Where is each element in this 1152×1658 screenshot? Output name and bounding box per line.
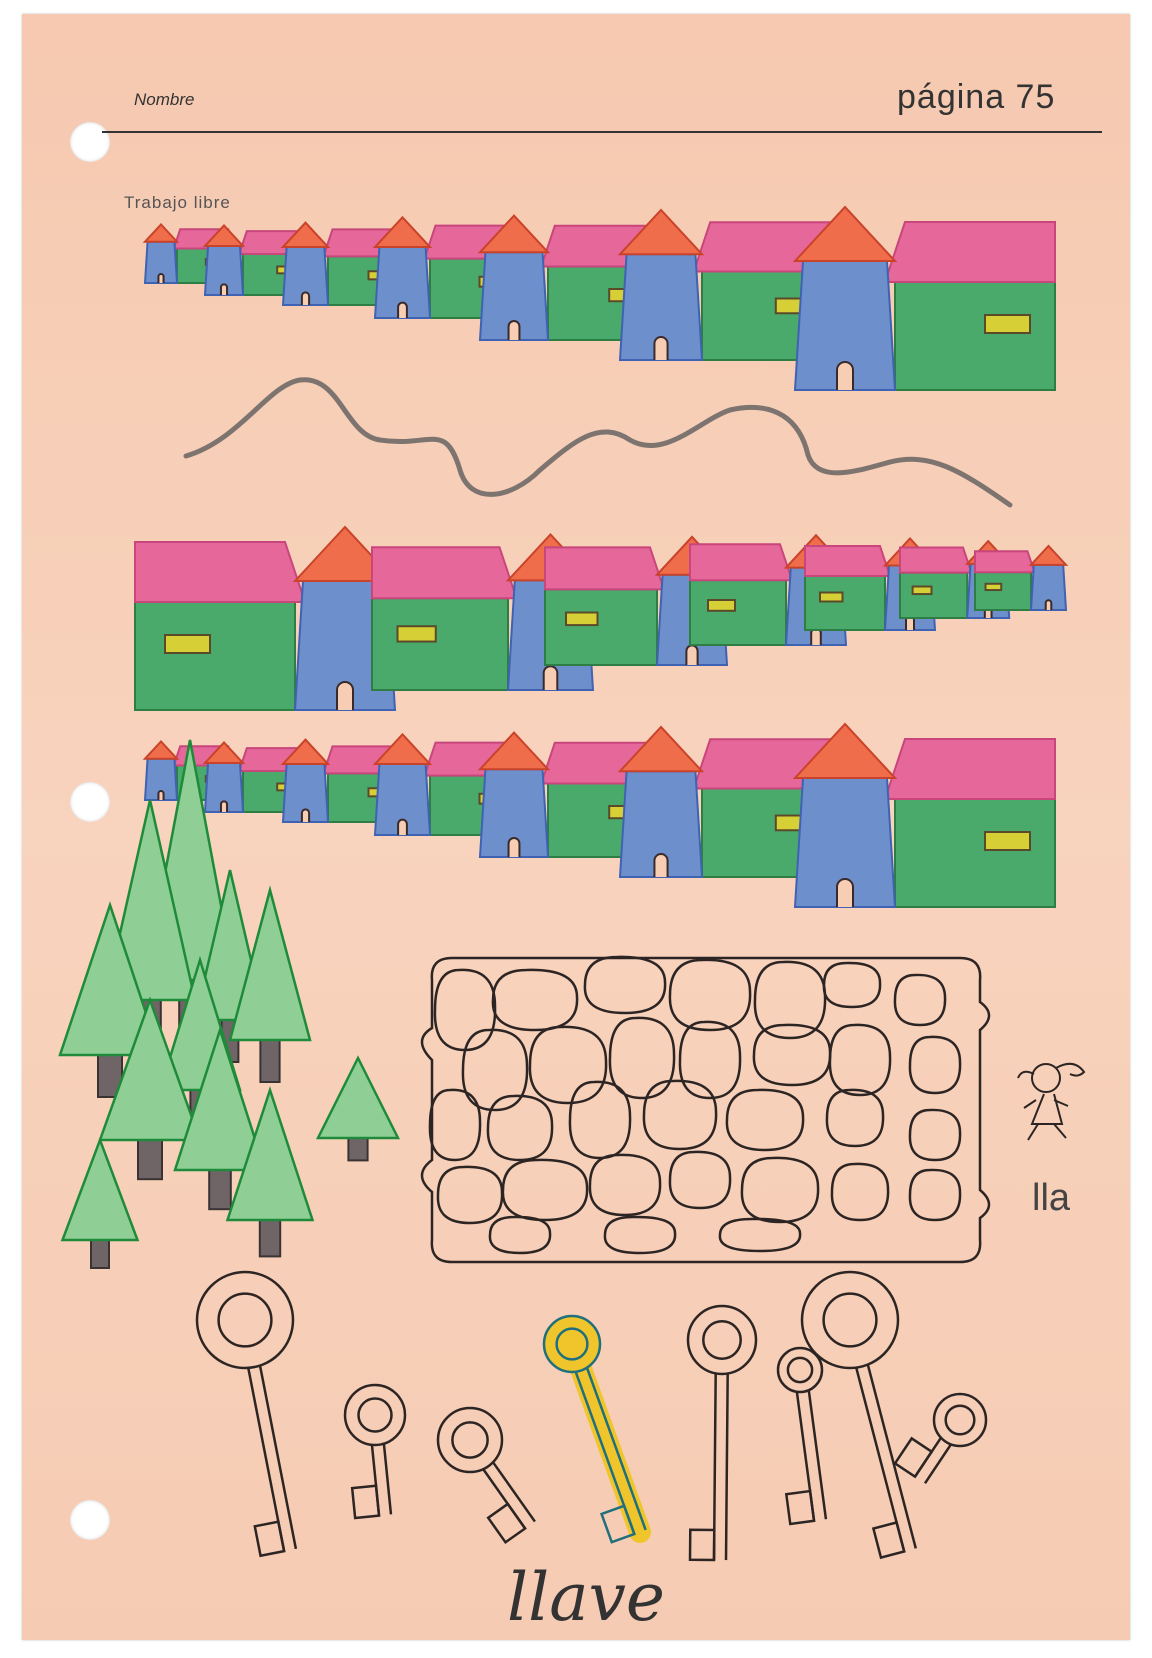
girl-drawing xyxy=(1017,1062,1086,1141)
stone-wall-drawing xyxy=(420,955,991,1264)
house-drawing xyxy=(792,722,1056,908)
house-drawing xyxy=(974,544,1069,612)
key-drawing xyxy=(542,1314,651,1544)
key-group xyxy=(195,1270,988,1562)
tree-drawing xyxy=(60,1136,140,1269)
drawing-layer xyxy=(58,205,1086,1562)
house-drawing xyxy=(134,525,398,711)
key-drawing xyxy=(800,1270,918,1560)
house-rows xyxy=(134,205,1069,908)
tree-drawing xyxy=(315,1055,401,1162)
key-drawing xyxy=(436,1406,536,1545)
key-drawing xyxy=(195,1270,298,1558)
key-drawing xyxy=(893,1392,988,1485)
key-drawing xyxy=(343,1383,407,1520)
house-drawing xyxy=(792,205,1056,391)
key-drawing xyxy=(776,1346,828,1526)
wavy-line xyxy=(183,377,1013,508)
key-drawing xyxy=(686,1304,758,1562)
